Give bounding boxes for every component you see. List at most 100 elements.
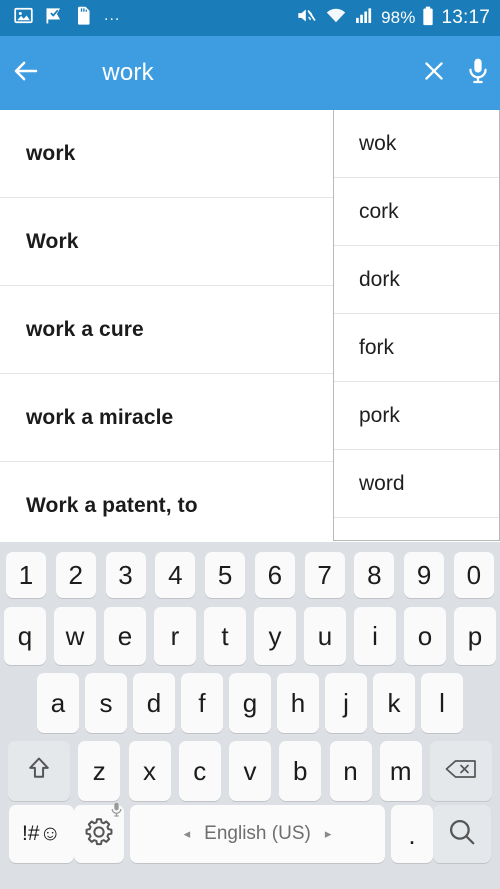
settings-key[interactable] [74, 802, 124, 863]
status-bar-right-icons: 98% 13:17 [296, 6, 490, 31]
voice-search-button[interactable] [456, 57, 500, 90]
on-screen-keyboard: 1 2 3 4 5 6 7 8 9 0 q w e r t y u i o p … [0, 542, 500, 889]
backspace-icon [444, 757, 478, 786]
dropdown-label: wok [359, 131, 397, 155]
key-w[interactable]: w [54, 607, 96, 665]
close-icon [421, 58, 447, 89]
key-label: 4 [168, 559, 183, 590]
symbols-key[interactable]: !#☺ [9, 805, 74, 863]
search-input[interactable] [52, 59, 413, 87]
key-label: 5 [217, 559, 233, 590]
microphone-badge-icon [111, 802, 122, 822]
key-e[interactable]: e [104, 607, 146, 665]
key-label: l [439, 687, 445, 718]
next-language-arrow-icon[interactable]: ▸ [325, 826, 332, 842]
status-bar-left-icons: ... [14, 6, 120, 30]
backspace-key[interactable] [430, 741, 492, 801]
key-m[interactable]: m [379, 741, 422, 801]
key-o[interactable]: o [404, 607, 446, 665]
key-n[interactable]: n [329, 741, 372, 801]
photo-icon [14, 6, 33, 30]
key-r[interactable]: r [154, 607, 196, 665]
dropdown-label: fork [359, 335, 395, 359]
key-3[interactable]: 3 [105, 552, 146, 598]
key-c[interactable]: c [178, 741, 221, 801]
key-k[interactable]: k [373, 673, 415, 733]
key-label: w [65, 620, 85, 651]
key-u[interactable]: u [304, 607, 346, 665]
key-l[interactable]: l [421, 673, 463, 733]
language-name: English (US) [204, 823, 311, 844]
key-f[interactable]: f [181, 673, 223, 733]
sd-card-icon [76, 6, 92, 30]
key-label: d [146, 687, 162, 718]
key-4[interactable]: 4 [155, 552, 196, 598]
key-6[interactable]: 6 [254, 552, 295, 598]
key-label: y [268, 620, 282, 651]
wifi-icon [325, 6, 347, 30]
search-key[interactable] [433, 805, 491, 863]
microphone-icon [465, 57, 491, 90]
key-label: q [17, 620, 33, 651]
key-x[interactable]: x [128, 741, 171, 801]
list-item[interactable]: cork [334, 178, 499, 246]
key-label: 6 [267, 559, 283, 590]
back-button[interactable] [0, 56, 52, 91]
key-label: 8 [367, 559, 382, 590]
list-item[interactable]: pork [334, 382, 499, 450]
key-0[interactable]: 0 [453, 552, 494, 598]
search-bar [0, 36, 500, 110]
key-g[interactable]: g [229, 673, 271, 733]
list-item[interactable]: fork [334, 314, 499, 382]
key-i[interactable]: i [354, 607, 396, 665]
dropdown-label: word [359, 471, 405, 495]
key-v[interactable]: v [229, 741, 271, 801]
key-label: 7 [317, 559, 332, 590]
key-label: 1 [18, 559, 34, 590]
signal-icon [354, 6, 374, 30]
clear-search-button[interactable] [412, 58, 456, 89]
period-key[interactable]: . [391, 805, 433, 863]
key-9[interactable]: 9 [404, 552, 445, 598]
key-label: m [389, 755, 412, 786]
key-label: u [317, 620, 333, 651]
key-label: 2 [68, 559, 83, 590]
prev-language-arrow-icon[interactable]: ◂ [184, 826, 191, 842]
key-q[interactable]: q [4, 607, 46, 665]
key-label: 0 [466, 559, 482, 590]
list-item[interactable] [334, 518, 499, 540]
key-d[interactable]: d [133, 673, 175, 733]
search-icon [447, 817, 477, 852]
space-key[interactable]: ◂ English (US) ▸ [130, 805, 385, 863]
key-7[interactable]: 7 [304, 552, 345, 598]
key-label: c [193, 755, 207, 786]
space-language-label: ◂ English (US) ▸ [184, 823, 332, 845]
key-h[interactable]: h [277, 673, 319, 733]
key-1[interactable]: 1 [6, 552, 46, 598]
key-8[interactable]: 8 [354, 552, 395, 598]
key-t[interactable]: t [204, 607, 246, 665]
autocomplete-dropdown[interactable]: wok cork dork fork pork word [333, 110, 500, 541]
dropdown-label: cork [359, 199, 399, 223]
key-5[interactable]: 5 [205, 552, 246, 598]
key-a[interactable]: a [37, 673, 79, 733]
list-item[interactable]: dork [334, 246, 499, 314]
key-label: b [293, 755, 308, 786]
battery-icon [422, 6, 434, 31]
list-item[interactable]: word [334, 450, 499, 518]
suggestion-label: work a cure [26, 317, 144, 341]
key-p[interactable]: p [454, 607, 496, 665]
shift-key[interactable] [8, 741, 70, 801]
back-arrow-icon [11, 56, 41, 91]
key-z[interactable]: z [78, 741, 121, 801]
key-y[interactable]: y [254, 607, 296, 665]
key-b[interactable]: b [279, 741, 322, 801]
key-j[interactable]: j [325, 673, 367, 733]
key-label: a [50, 687, 66, 718]
suggestion-label: Work a patent, to [26, 493, 198, 517]
dropdown-label: pork [359, 403, 400, 427]
key-2[interactable]: 2 [55, 552, 96, 598]
battery-percent-label: 98% [381, 8, 416, 27]
key-s[interactable]: s [85, 673, 127, 733]
list-item[interactable]: wok [334, 110, 499, 178]
